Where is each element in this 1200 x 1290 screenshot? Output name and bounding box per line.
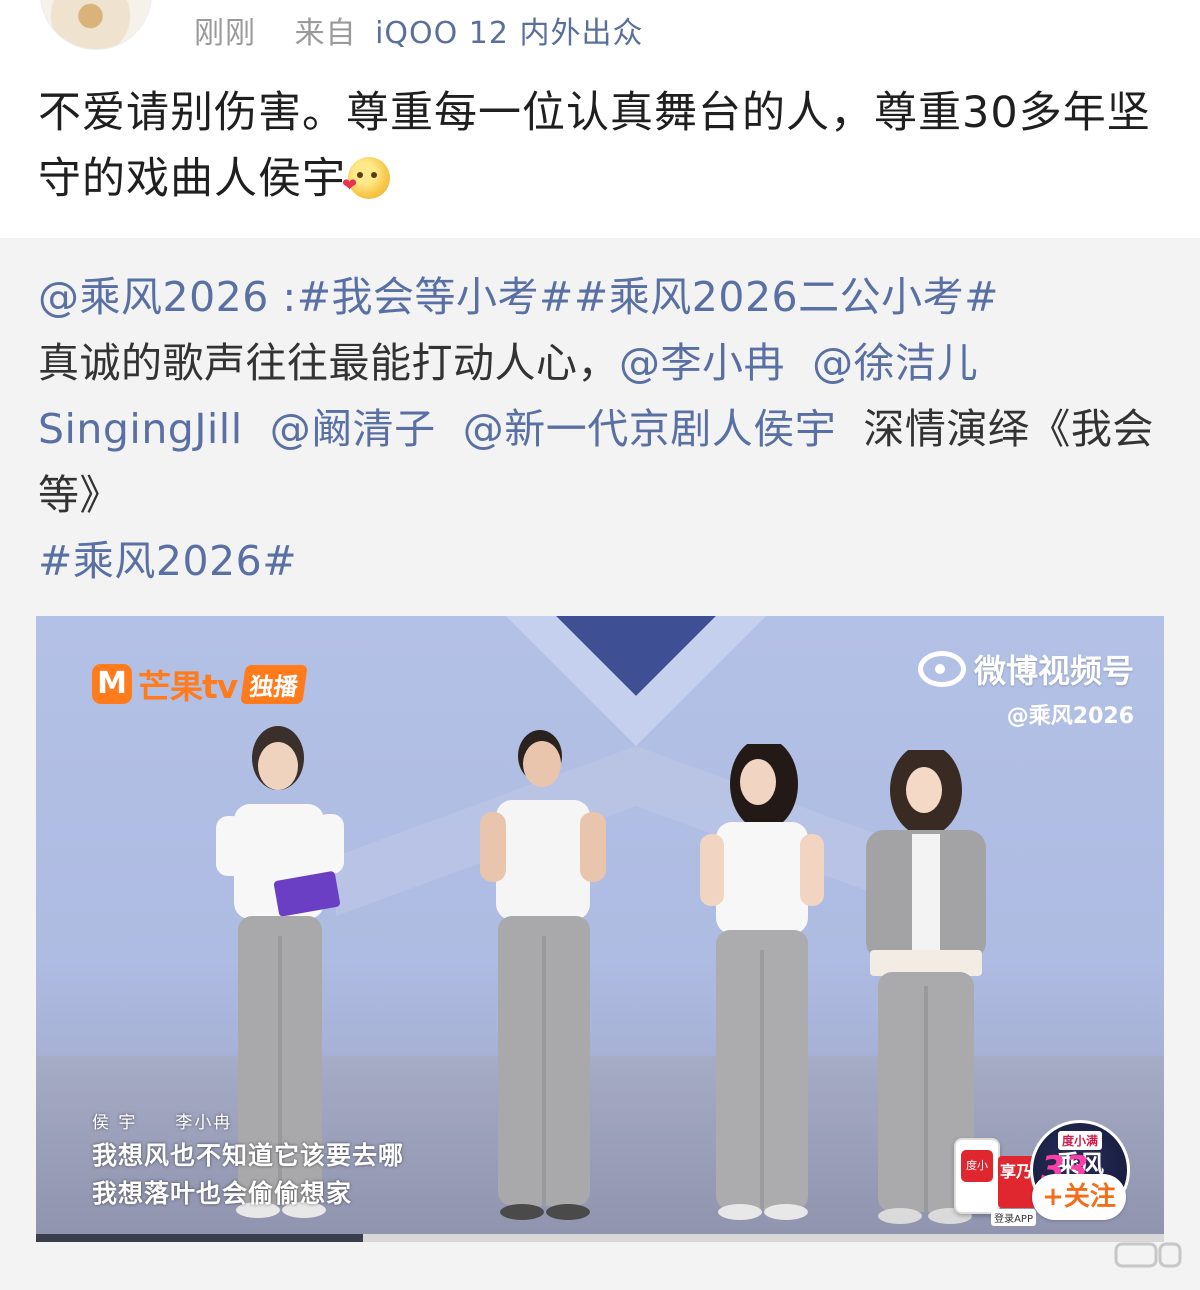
mention-link-1[interactable]: @李小冉 [619, 339, 785, 387]
sponsor-phone-text: 度小满 [961, 1150, 993, 1204]
mention-link-3[interactable]: @阚清子 [270, 405, 436, 453]
subtitle-line-1: 我想风也不知道它该要去哪 [92, 1141, 405, 1170]
repost-line-text: 真诚的歌声往往最能打动人心， [38, 339, 619, 387]
source-prefix: 来自 [294, 16, 357, 51]
video-progress-fill [36, 1234, 364, 1242]
mango-tv-logo: M 芒果tv 独播 [92, 660, 309, 708]
sponsor-login-text: 登录APP [991, 1209, 1036, 1226]
repost-card[interactable]: @乘风2026 :#我会等小考##乘风2026二公小考# 真诚的歌声往往最能打动… [0, 238, 1200, 1290]
repost-author-link[interactable]: @乘风2026 [38, 273, 269, 321]
watermark-title: 微博视频号 [973, 652, 1134, 690]
danmaku-icon[interactable] [1114, 1240, 1184, 1270]
video-player[interactable]: M 芒果tv 独播 微博视频号 @乘风2026 侯 宇 李小冉 我想风也不知道它… [36, 616, 1164, 1242]
post-meta: 刚刚 来自 iQOO 12 内外出众 [0, 0, 1200, 60]
hashtag-link-3[interactable]: #乘风2026# [38, 537, 297, 585]
post-text: 不爱请别伤害。尊重每一位认真舞台的人，尊重30多年坚守的戏曲人侯宇 [38, 80, 1168, 212]
subtitle-line-2: 我想落叶也会偷偷想家 [92, 1179, 353, 1208]
mango-m-icon: M [92, 664, 132, 704]
mention-link-4[interactable]: @新一代京剧人侯宇 [463, 405, 837, 453]
weibo-video-watermark: 微博视频号 @乘风2026 [917, 646, 1134, 730]
post-time: 刚刚 [194, 16, 256, 51]
post-meta-text: 刚刚 来自 iQOO 12 内外出众 [194, 8, 644, 52]
hashtag-link-2[interactable]: #乘风2026二公小考# [574, 273, 999, 321]
video-progress-bar[interactable] [36, 1234, 1164, 1242]
performer-2 [480, 730, 606, 1220]
sponsor-phone-graphic: 度小满 [954, 1138, 1000, 1214]
mango-logo-text: 芒果tv [138, 667, 238, 706]
repost-text: @乘风2026 :#我会等小考##乘风2026二公小考# 真诚的歌声往往最能打动… [38, 264, 1173, 594]
post-body: 不爱请别伤害。尊重每一位认真舞台的人，尊重30多年坚守的戏曲人侯宇 [38, 88, 1151, 204]
source-device-link[interactable]: iQOO 12 内外出众 [375, 16, 643, 51]
watermark-handle: @乘风2026 [1006, 704, 1134, 729]
shy-heart-emoji-icon [342, 157, 390, 199]
avatar[interactable] [40, 0, 152, 50]
subtitle-singer-names: 侯 宇 李小冉 [92, 1113, 233, 1133]
follow-button[interactable]: +关注 [1032, 1174, 1126, 1220]
weibo-logo-icon [917, 651, 966, 687]
video-subtitles: 侯 宇 李小冉 我想风也不知道它该要去哪 我想落叶也会偷偷想家 [92, 1108, 404, 1213]
repost-sep: : [268, 273, 297, 321]
hashtag-link-1[interactable]: #我会等小考# [297, 273, 574, 321]
performer-3 [700, 744, 824, 1220]
exclusive-badge: 独播 [240, 664, 309, 704]
badge-sponsor: 度小满 [1057, 1131, 1102, 1150]
